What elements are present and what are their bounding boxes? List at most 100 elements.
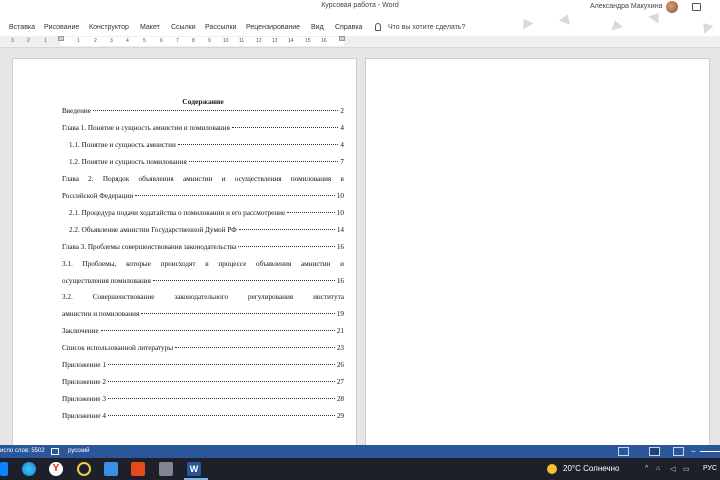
word-count[interactable]: исло слов: 5502	[0, 448, 45, 454]
toc-entry[interactable]: Список использованной литературы 23	[62, 344, 344, 353]
web-layout-button[interactable]	[673, 447, 684, 456]
tab-insert[interactable]: Вставка	[9, 24, 35, 31]
input-language[interactable]: РУС	[703, 465, 717, 472]
document-page[interactable]: Содержание Введение 2 Глава 1. Понятие и …	[12, 58, 357, 445]
start-icon[interactable]	[0, 462, 8, 476]
toc-entry[interactable]: Глава 3. Проблемы совершенствования зако…	[62, 243, 344, 252]
toc-entry[interactable]: 3.1. Проблемы, которые происходят в процессе о…	[62, 260, 344, 285]
document-language[interactable]: русский	[68, 448, 90, 454]
toc-entry[interactable]: Заключение 21	[62, 327, 344, 336]
focus-mode-button[interactable]	[618, 447, 629, 456]
tab-help[interactable]: Справка	[335, 24, 362, 31]
clock-app-icon[interactable]	[77, 462, 91, 476]
toc-entry-text: Глава 3. Проблемы совершенствования зако…	[62, 243, 237, 251]
mail-icon[interactable]	[104, 462, 118, 476]
ruler-number: 10	[223, 38, 229, 44]
toc-entry-page: 10	[336, 191, 344, 200]
tab-design[interactable]: Конструктор	[89, 24, 129, 31]
toc-entry[interactable]: Глава 2. Порядок объявления амнистии и осущест…	[62, 175, 344, 200]
ruler-number: 4	[126, 38, 129, 44]
photos-icon[interactable]	[159, 462, 173, 476]
toc-entry[interactable]: 2.1. Процедура подачи ходатайства о поми…	[69, 209, 344, 218]
ruler-number: 7	[176, 38, 179, 44]
ruler-number: 15	[305, 38, 311, 44]
tab-layout[interactable]: Макет	[140, 24, 160, 31]
toc-title: Содержание	[182, 97, 224, 106]
toc-entry-text: 2.1. Процедура подачи ходатайства о поми…	[69, 209, 286, 217]
proofing-icon[interactable]	[51, 448, 59, 455]
toc-entry-page: 10	[336, 209, 344, 217]
toc-entry-page: 29	[336, 412, 344, 420]
taskbar: Y W 20°C Солнечно ^ ⌂ ◁ ▭ РУС	[0, 458, 720, 480]
tab-view[interactable]: Вид	[311, 24, 324, 31]
toc-entry-text-line1: Глава 2. Порядок объявления амнистии и осущест…	[62, 175, 344, 183]
tab-mailings[interactable]: Рассылки	[205, 24, 236, 31]
toc-entry-text: осуществления помилования	[62, 276, 151, 285]
document-page-blank[interactable]	[365, 58, 710, 445]
zoom-slider[interactable]	[700, 451, 720, 452]
battery-icon[interactable]: ▭	[683, 465, 690, 473]
office-icon[interactable]	[131, 462, 145, 476]
ruler-number: 1	[44, 38, 47, 44]
word-icon[interactable]: W	[187, 462, 201, 476]
toc-entry-text: Введение	[62, 107, 91, 115]
ruler-number: 11	[239, 38, 245, 44]
toc-entry[interactable]: Приложение 2 27	[62, 378, 344, 387]
toc-entry[interactable]: 2.2. Объявление амнистии Государственной…	[69, 226, 344, 235]
ruler-number: 3	[11, 38, 14, 44]
toc-entry-text: Приложение 4	[62, 412, 106, 420]
toc-entry[interactable]: Приложение 4 29	[62, 412, 344, 421]
tell-me-search[interactable]: Что вы хотите сделать?	[388, 24, 465, 31]
toc-entry[interactable]: Приложение 1 26	[62, 361, 344, 370]
edge-icon[interactable]	[22, 462, 36, 476]
ruler-number: 1	[77, 38, 80, 44]
toc-entry-text: 1.2. Понятие и сущность помилования	[69, 158, 187, 166]
zoom-out-button[interactable]: −	[691, 447, 696, 456]
toc-entry-text: Приложение 3	[62, 395, 106, 403]
toc-entry-page: 27	[336, 378, 344, 386]
weather-widget[interactable]: 20°C Солнечно	[563, 464, 619, 473]
horizontal-ruler[interactable]: 3 2 1 1 2 3 4 5 6 7 8 9 10 11 12 13 14 1…	[0, 36, 720, 48]
toc-entry-text: 2.2. Объявление амнистии Государственной…	[69, 226, 237, 234]
document-area[interactable]: Содержание Введение 2 Глава 1. Понятие и …	[0, 48, 720, 445]
indent-marker[interactable]	[58, 36, 64, 41]
user-name[interactable]: Александра Макухина	[590, 3, 662, 10]
toc-entry-page: 7	[340, 158, 344, 166]
toc-entry[interactable]: Приложение 3 28	[62, 395, 344, 404]
toc-entry[interactable]: Введение 2	[62, 107, 344, 116]
ruler-number: 16	[321, 38, 327, 44]
toc-entry-page: 21	[336, 327, 344, 335]
volume-icon[interactable]: ◁	[670, 465, 675, 473]
toc-entry-page: 28	[336, 395, 344, 403]
chevron-up-icon[interactable]: ^	[645, 465, 648, 472]
tab-draw[interactable]: Рисование	[44, 24, 79, 31]
toc-entry-page: 4	[340, 141, 344, 149]
toc-entry[interactable]: 3.2. Совершенствование законодательного рег…	[62, 293, 344, 318]
ruler-number: 5	[143, 38, 146, 44]
toc-entry-page: 4	[340, 124, 344, 132]
tab-references[interactable]: Ссылки	[171, 24, 196, 31]
toc-entry-text-line1: 3.2. Совершенствование законодательного рег…	[62, 293, 344, 301]
toc-entry-text: 1.1. Понятие и сущность амнистии	[69, 141, 176, 149]
title-bar: Курсовая работа - Word Александра Макухи…	[0, 0, 720, 16]
tab-review[interactable]: Рецензирование	[246, 24, 300, 31]
ribbon-display-options-icon[interactable]	[692, 3, 701, 11]
toc-entry-text: Заключение	[62, 327, 99, 335]
right-indent-marker[interactable]	[339, 36, 345, 41]
toc-entry-text: амнистии и помилования	[62, 309, 140, 318]
lightbulb-icon[interactable]	[375, 23, 381, 31]
toc-entry[interactable]: Глава 1. Понятие и сущность амнистии и п…	[62, 124, 344, 133]
toc-entry-text-line1: 3.1. Проблемы, которые происходят в процессе о…	[62, 260, 344, 268]
toc-entry[interactable]: 1.2. Понятие и сущность помилования 7	[69, 158, 344, 167]
ruler-number: 2	[94, 38, 97, 44]
toc-entry-page: 16	[336, 276, 344, 285]
print-layout-button[interactable]	[649, 447, 660, 456]
status-bar: исло слов: 5502 русский −	[0, 445, 720, 458]
avatar[interactable]	[666, 1, 678, 13]
ruler-number: 3	[110, 38, 113, 44]
yandex-browser-icon[interactable]: Y	[49, 462, 63, 476]
ruler-number: 12	[256, 38, 262, 44]
toc-entry[interactable]: 1.1. Понятие и сущность амнистии 4	[69, 141, 344, 150]
ruler-number: 14	[288, 38, 294, 44]
network-icon[interactable]: ⌂	[656, 465, 660, 472]
